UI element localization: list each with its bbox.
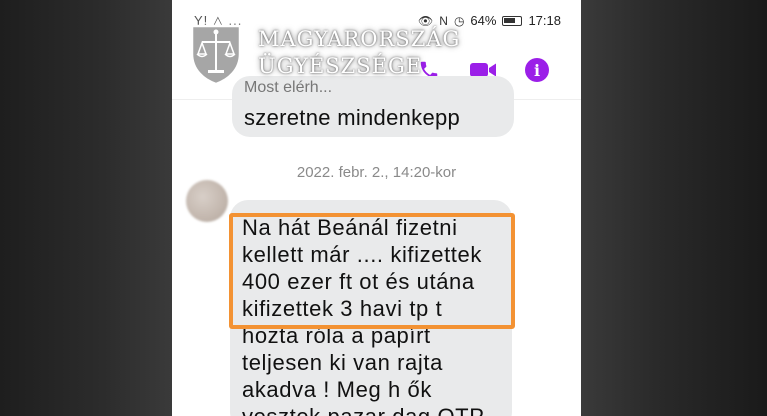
alarm-icon: ◷ (453, 13, 465, 28)
avatar[interactable] (186, 180, 228, 222)
message-text: szeretne mindenkepp (244, 105, 461, 130)
message-timestamp: 2022. febr. 2., 14:20-kor (296, 164, 457, 181)
phone-screen: Y! △ ... 👁 N ◷ 64% 17:18 i Most elérh...… (172, 0, 581, 416)
eye-icon: 👁 (418, 13, 434, 28)
status-bar: Y! △ ... 👁 N ◷ 64% 17:18 (172, 0, 581, 40)
clock: 17:18 (528, 13, 561, 28)
message-bubble[interactable]: Na hát Beánál fizetni kellett már .... k… (230, 200, 512, 416)
message-bubble[interactable]: Most elérh... szeretne mindenkepp (232, 76, 514, 137)
background-right (581, 0, 767, 416)
status-right-indicators: 👁 N ◷ 64% 17:18 (418, 13, 561, 28)
status-left-indicators: Y! △ ... (194, 13, 243, 28)
message-text: Na hát Beánál fizetni kellett már .... k… (242, 215, 484, 416)
battery-icon (502, 15, 523, 26)
nfc-icon: N (439, 13, 448, 28)
conversation: Most elérh... szeretne mindenkepp 2022. … (172, 76, 581, 416)
quoted-preview: Most elérh... (244, 79, 333, 96)
background-left (0, 0, 172, 416)
battery-percent: 64% (470, 13, 497, 28)
